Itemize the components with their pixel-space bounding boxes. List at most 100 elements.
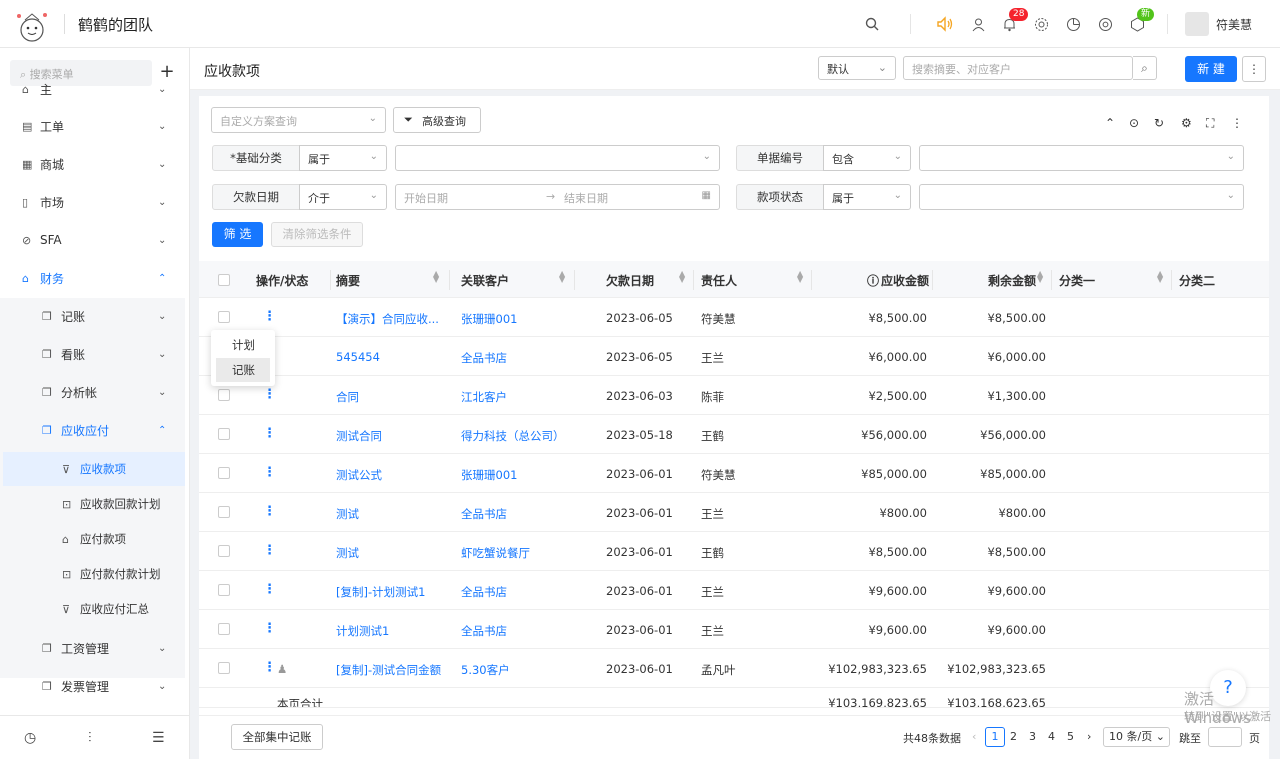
sidebar-item-bookkeeping[interactable]: ❐ 记账 ⌄ [0, 298, 190, 334]
sidebar-item-ar-ap[interactable]: ❐ 应收应付 ⌃ [0, 412, 190, 448]
row-checkbox[interactable] [218, 662, 230, 674]
column-header[interactable]: 责任人 [701, 272, 737, 289]
table-row[interactable]: ⋮ 测试合同 得力科技（总公司） 2023-05-18 王鹤 ¥56,000.00 ¥56,… [199, 415, 1269, 454]
contacts-icon[interactable] [968, 14, 988, 34]
chrome-icon[interactable] [1095, 14, 1115, 34]
sort-icon[interactable]: ▲ ▼ [1037, 270, 1043, 284]
menu-item-plan[interactable]: 计划 [216, 333, 270, 357]
menu-item-bookkeep[interactable]: 记账 [216, 358, 270, 382]
column-header[interactable]: 应收金额 [881, 272, 929, 289]
new-button[interactable]: 新 建 [1185, 56, 1237, 82]
search-icon[interactable]: ⌕ [1133, 56, 1157, 80]
customer-cell[interactable]: 得力科技（总公司） [461, 428, 565, 444]
sidebar-item-payables[interactable]: ⌂ 应付款项 [0, 522, 190, 556]
customer-cell[interactable]: 全品书店 [461, 350, 507, 366]
row-actions-icon[interactable]: ⋮ [263, 387, 276, 402]
customer-cell[interactable]: 全品书店 [461, 584, 507, 600]
scheme-select[interactable]: 自定义方案查询 ⌄ [211, 107, 386, 133]
row-checkbox[interactable] [218, 584, 230, 596]
row-actions-icon[interactable]: ⋮ [263, 582, 276, 597]
sort-icon[interactable]: ▲ ▼ [433, 270, 439, 284]
more-icon[interactable]: ⋮ [1242, 56, 1266, 82]
summary-cell[interactable]: [复制]-计划测试1 [336, 584, 425, 600]
search-input[interactable]: 搜索摘要、对应客户 [903, 56, 1133, 80]
clear-filter-button[interactable]: 清除筛选条件 [271, 222, 363, 247]
row-checkbox[interactable] [218, 623, 230, 635]
summary-cell[interactable]: 测试 [336, 506, 359, 522]
summary-cell[interactable]: 计划测试1 [336, 623, 389, 639]
table-row[interactable]: ⋮ 测试 虾吃蟹说餐厅 2023-06-01 王鹤 ¥8,500.00 ¥8,500.00 [199, 532, 1269, 571]
category-value-select[interactable]: ⌄ [395, 145, 720, 171]
sort-icon[interactable]: ▲ ▼ [797, 270, 803, 284]
page-2[interactable]: 2 [1010, 730, 1017, 743]
table-row[interactable]: ⋮ 合同 江北客户 2023-06-03 陈菲 ¥2,500.00 ¥1,300.00 [199, 376, 1269, 415]
sidebar-item-sfa[interactable]: ⊘ SFA ⌄ [0, 222, 190, 258]
column-header[interactable]: 关联客户 [461, 272, 509, 289]
summary-cell[interactable]: 测试合同 [336, 428, 382, 444]
select-all-checkbox[interactable] [218, 274, 230, 286]
table-row[interactable]: ⋮ ♟ [复制]-测试合同金额 5.30客户 2023-06-01 孟凡叶 ¥102,983… [199, 649, 1269, 688]
settings-icon[interactable]: ⚙ [1181, 116, 1192, 130]
row-checkbox[interactable] [218, 389, 230, 401]
sort-icon[interactable]: ▲ ▼ [559, 270, 565, 284]
customer-cell[interactable]: 张珊珊001 [461, 311, 517, 327]
goto-page-input[interactable] [1208, 727, 1242, 747]
status-value-select[interactable]: ⌄ [919, 184, 1244, 210]
sidebar-item-ticket[interactable]: ▤ 工单 ⌄ [0, 108, 190, 144]
table-row[interactable]: ⋮ 测试公式 张珊珊001 2023-06-01 符美慧 ¥85,000.00 ¥85,00… [199, 454, 1269, 493]
team-logo[interactable] [12, 4, 52, 44]
view-select[interactable]: 默认 ⌄ [818, 56, 896, 80]
sidebar-item-receivables[interactable]: ⊽ 应收款项 [3, 452, 185, 486]
filter-button[interactable]: 筛 选 [212, 222, 263, 247]
column-header[interactable]: 欠款日期 [606, 272, 654, 289]
sidebar-item-shop[interactable]: ▦ 商城 ⌄ [0, 146, 190, 182]
team-name[interactable]: 鹤鹤的团队 [78, 14, 153, 35]
page-5[interactable]: 5 [1067, 730, 1074, 743]
column-header[interactable]: 剩余金额 [988, 272, 1036, 289]
summary-cell[interactable]: [复制]-测试合同金额 [336, 662, 441, 678]
page-1[interactable]: 1 [985, 727, 1005, 747]
play-icon[interactable]: ⊙ [1129, 116, 1139, 130]
next-page-icon[interactable]: › [1087, 730, 1091, 743]
table-row[interactable]: ⋮ 计划测试1 全品书店 2023-06-01 王兰 ¥9,600.00 ¥9,600.00 [199, 610, 1269, 649]
collapse-icon[interactable]: ⌃ [1105, 116, 1115, 130]
sidebar-item-view-accounts[interactable]: ❐ 看账 ⌄ [0, 336, 190, 372]
summary-cell[interactable]: 合同 [336, 389, 359, 405]
sidebar-item-finance[interactable]: ⌂ 财务 ⌃ [0, 260, 190, 296]
table-row[interactable]: ⋮ [复制]-计划测试1 全品书店 2023-06-01 王兰 ¥9,600.00 ¥9,6… [199, 571, 1269, 610]
page-4[interactable]: 4 [1048, 730, 1055, 743]
sidebar-item-payroll[interactable]: ❐ 工资管理 ⌄ [0, 630, 190, 666]
customer-cell[interactable]: 虾吃蟹说餐厅 [461, 545, 530, 561]
more-vertical-icon[interactable]: ⋮ [1231, 116, 1243, 130]
date-range-picker[interactable]: 开始日期 → 结束日期 ▦ [395, 184, 720, 210]
customer-cell[interactable]: 全品书店 [461, 506, 507, 522]
avatar[interactable] [1185, 12, 1209, 36]
row-actions-icon[interactable]: ⋮ [263, 660, 276, 675]
sidebar-item-invoice[interactable]: ❐ 发票管理 ⌄ [0, 668, 190, 704]
sort-icon[interactable]: ▲ ▼ [1157, 270, 1163, 284]
customer-cell[interactable]: 张珊珊001 [461, 467, 517, 483]
sidebar-item-payable-plan[interactable]: ⊡ 应付款付款计划 [0, 557, 190, 591]
filter-op-select[interactable]: 属于 ⌄ [299, 145, 387, 171]
row-checkbox[interactable] [218, 506, 230, 518]
row-actions-icon[interactable]: ⋮ [263, 309, 276, 324]
filter-op-select[interactable]: 包含 ⌄ [823, 145, 911, 171]
prev-page-icon[interactable]: ‹ [972, 730, 976, 743]
user-name[interactable]: 符美慧 [1216, 16, 1252, 33]
sidebar-item-market[interactable]: ▯ 市场 ⌄ [0, 184, 190, 220]
summary-cell[interactable]: 测试公式 [336, 467, 382, 483]
row-actions-icon[interactable]: ⋮ [263, 543, 276, 558]
row-checkbox[interactable] [218, 545, 230, 557]
row-actions-icon[interactable]: ⋮ [263, 621, 276, 636]
advanced-query-button[interactable]: ⏷ 高级查询 [393, 107, 481, 133]
fullscreen-icon[interactable]: ⛶ [1206, 116, 1214, 131]
customer-cell[interactable]: 5.30客户 [461, 662, 510, 678]
summary-cell[interactable]: 545454 [336, 350, 380, 364]
page-3[interactable]: 3 [1029, 730, 1036, 743]
table-row[interactable]: ⋮ 【演示】合同应收... 张珊珊001 2023-06-05 符美慧 ¥8,500.00… [199, 298, 1269, 337]
sidebar-item-home[interactable]: ⌂ 主 ⌄ [0, 78, 190, 100]
column-header[interactable]: 分类一 [1059, 272, 1095, 289]
collapse-menu-icon[interactable]: ☰ [152, 730, 165, 746]
summary-cell[interactable]: 【演示】合同应收... [336, 311, 439, 327]
row-actions-icon[interactable]: ⋮ [263, 426, 276, 441]
